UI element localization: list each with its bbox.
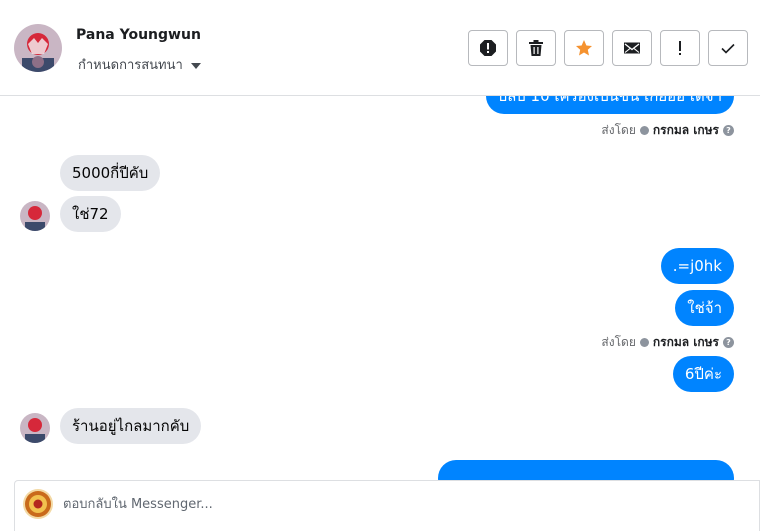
help-icon[interactable]: ? bbox=[723, 125, 734, 136]
message-bubble-outgoing[interactable]: ปลีบ 10 เครืองเปนขน เกยออ เดจา bbox=[485, 96, 734, 114]
message-bubble-outgoing[interactable] bbox=[438, 460, 734, 480]
assign-conversation-label: กำหนดการสนทนา bbox=[78, 58, 183, 73]
message-bubble-outgoing[interactable]: .=j0hk bbox=[660, 248, 734, 284]
envelope-icon bbox=[624, 42, 640, 54]
message-bubble-incoming[interactable]: ใช่72 bbox=[60, 196, 121, 232]
sent-by-label: ส่งโดย กรกมล เกษร ? bbox=[601, 333, 734, 352]
verified-dot-icon bbox=[639, 126, 649, 135]
star-icon bbox=[576, 40, 592, 56]
trash-icon bbox=[529, 40, 543, 56]
message-bubble-incoming[interactable]: ร้านอยู่ไกลมากคับ bbox=[60, 408, 202, 444]
sent-by-label: ส่งโดย กรกมล เกษร ? bbox=[601, 121, 734, 140]
star-button[interactable] bbox=[564, 30, 604, 66]
conversation-header: Pana Youngwun กำหนดการสนทนา bbox=[0, 0, 760, 96]
message-thread[interactable]: ปลีบ 10 เครืองเปนขน เกยออ เดจา ส่งโดย กร… bbox=[0, 96, 760, 480]
contact-mini-avatar bbox=[20, 201, 50, 231]
check-icon bbox=[721, 43, 735, 54]
spam-button[interactable] bbox=[468, 30, 508, 66]
mark-unread-button[interactable] bbox=[612, 30, 652, 66]
delete-button[interactable] bbox=[516, 30, 556, 66]
reply-composer bbox=[14, 480, 760, 531]
sent-by-agent[interactable]: กรกมล เกษร bbox=[653, 333, 719, 352]
message-bubble-incoming[interactable]: 5000กี่ปีคับ bbox=[60, 155, 161, 191]
caret-down-icon bbox=[190, 62, 201, 69]
contact-name[interactable]: Pana Youngwun bbox=[76, 27, 201, 43]
page-avatar bbox=[23, 489, 53, 519]
sent-by-prefix: ส่งโดย bbox=[601, 123, 636, 137]
message-bubble-outgoing[interactable]: 6ปีค่ะ bbox=[672, 356, 734, 392]
reply-input[interactable] bbox=[63, 491, 663, 517]
verified-dot-icon bbox=[639, 338, 649, 347]
contact-mini-avatar bbox=[20, 413, 50, 443]
sent-by-prefix: ส่งโดย bbox=[601, 335, 636, 349]
assign-conversation-dropdown[interactable]: กำหนดการสนทนา bbox=[78, 54, 201, 75]
message-bubble-outgoing[interactable]: ใช่จ้า bbox=[675, 290, 734, 326]
alert-octagon-icon bbox=[480, 40, 496, 56]
contact-avatar[interactable] bbox=[14, 24, 62, 72]
exclamation-icon bbox=[679, 41, 681, 55]
sent-by-agent[interactable]: กรกมล เกษร bbox=[653, 121, 719, 140]
help-icon[interactable]: ? bbox=[723, 337, 734, 348]
conversation-toolbar bbox=[468, 30, 748, 66]
done-button[interactable] bbox=[708, 30, 748, 66]
follow-up-button[interactable] bbox=[660, 30, 700, 66]
